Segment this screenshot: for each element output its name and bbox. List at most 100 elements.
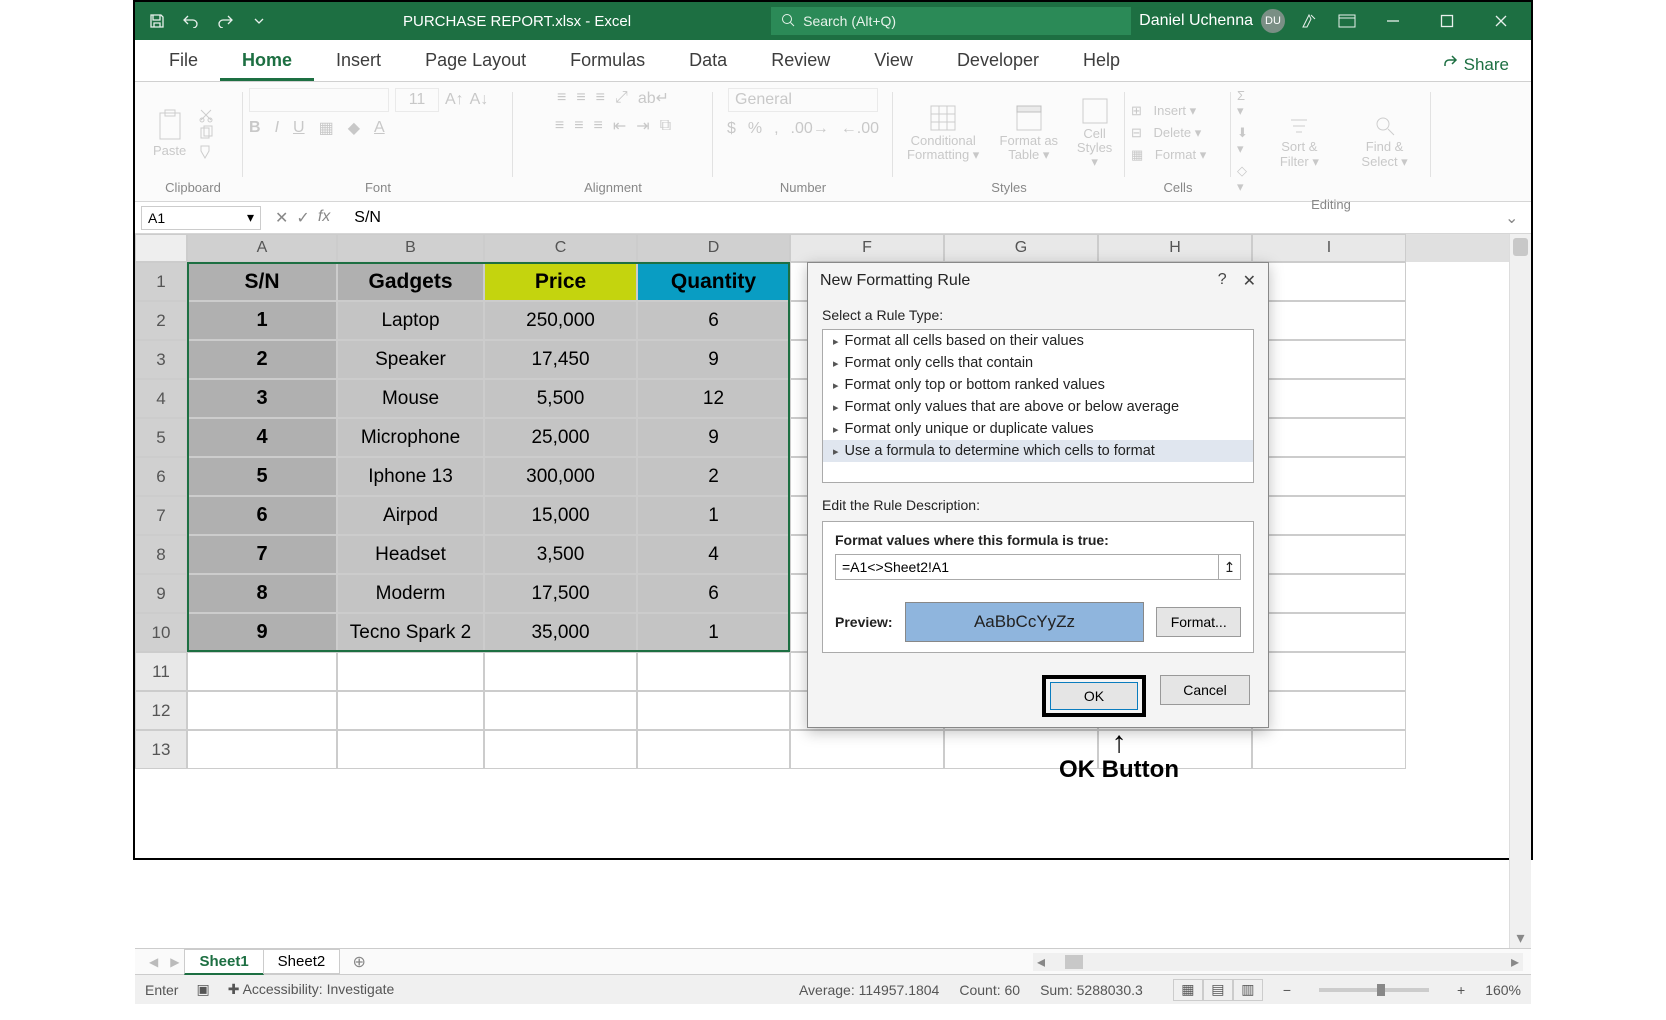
dialog-help-icon[interactable]: ? [1218, 271, 1227, 291]
cell[interactable] [637, 691, 790, 730]
row-header[interactable]: 12 [135, 691, 187, 730]
cell[interactable]: Speaker [337, 340, 484, 379]
cell[interactable]: 4 [637, 535, 790, 574]
page-layout-view-icon[interactable]: ▤ [1203, 979, 1233, 1001]
macro-record-icon[interactable]: ▣ [196, 981, 209, 998]
zoom-level[interactable]: 160% [1485, 982, 1521, 998]
rule-type-item[interactable]: Use a formula to determine which cells t… [823, 440, 1253, 462]
formula-input-field[interactable] [835, 554, 1219, 580]
col-header-h[interactable]: H [1098, 234, 1252, 262]
cell[interactable]: 9 [187, 613, 337, 652]
increase-font-icon[interactable]: A↑ [445, 91, 464, 109]
rule-type-item[interactable]: Format only cells that contain [823, 352, 1253, 374]
cell[interactable]: 17,500 [484, 574, 637, 613]
scroll-down-icon[interactable]: ▾ [1510, 928, 1531, 948]
increase-decimal-icon[interactable]: .00→ [791, 120, 829, 138]
paste-button[interactable]: Paste [149, 107, 190, 160]
cell[interactable]: Airpod [337, 496, 484, 535]
row-header[interactable]: 10 [135, 613, 187, 652]
underline-button[interactable]: U [293, 119, 305, 137]
cell[interactable]: S/N [187, 262, 337, 301]
row-header[interactable]: 2 [135, 301, 187, 340]
share-button[interactable]: Share [1432, 54, 1519, 81]
cell[interactable] [1252, 730, 1406, 769]
dialog-close-icon[interactable]: ✕ [1243, 271, 1256, 291]
rule-type-item[interactable]: Format only top or bottom ranked values [823, 374, 1253, 396]
row-header[interactable]: 4 [135, 379, 187, 418]
col-header-a[interactable]: A [187, 234, 337, 262]
currency-icon[interactable]: $ [727, 120, 736, 138]
cell[interactable]: 17,450 [484, 340, 637, 379]
align-bottom-icon[interactable]: ≡ [596, 89, 605, 107]
cell[interactable] [187, 652, 337, 691]
save-icon[interactable] [143, 8, 171, 34]
scroll-left-icon[interactable]: ◂ [1033, 952, 1049, 972]
decrease-font-icon[interactable]: A↓ [470, 91, 489, 109]
cell[interactable]: Price [484, 262, 637, 301]
copy-icon[interactable] [198, 125, 214, 141]
rule-type-item[interactable]: Format only unique or duplicate values [823, 418, 1253, 440]
cell[interactable]: 1 [637, 496, 790, 535]
select-all-cell[interactable] [135, 234, 187, 262]
user-account[interactable]: Daniel Uchenna DU [1139, 9, 1285, 33]
row-header[interactable]: 1 [135, 262, 187, 301]
align-center-icon[interactable]: ≡ [574, 117, 583, 135]
cell[interactable]: 15,000 [484, 496, 637, 535]
tab-file[interactable]: File [147, 44, 220, 81]
cell[interactable] [637, 730, 790, 769]
font-color-icon[interactable]: A [374, 119, 385, 137]
cell[interactable] [1252, 652, 1406, 691]
tab-insert[interactable]: Insert [314, 44, 403, 81]
range-selector-icon[interactable]: ↥ [1219, 554, 1241, 580]
cell[interactable] [1252, 301, 1406, 340]
expand-formula-icon[interactable]: ⌄ [1505, 208, 1525, 228]
row-header[interactable]: 7 [135, 496, 187, 535]
vertical-scrollbar[interactable]: ▴ ▾ [1509, 234, 1531, 948]
cell[interactable]: 25,000 [484, 418, 637, 457]
percent-icon[interactable]: % [748, 120, 762, 138]
cut-icon[interactable] [198, 107, 214, 123]
delete-cells-button[interactable]: ⊟ Delete ▾ [1131, 125, 1206, 141]
cell[interactable] [484, 730, 637, 769]
accept-formula-icon[interactable]: ✓ [296, 208, 309, 228]
row-header[interactable]: 3 [135, 340, 187, 379]
cell[interactable] [1252, 262, 1406, 301]
border-icon[interactable]: ▦ [319, 118, 334, 138]
cell[interactable] [484, 652, 637, 691]
tab-review[interactable]: Review [749, 44, 852, 81]
col-header-f[interactable]: F [790, 234, 944, 262]
sheet-nav-next-icon[interactable]: ▶ [164, 955, 185, 969]
cell[interactable]: Headset [337, 535, 484, 574]
fill-icon[interactable]: ⬇ ▾ [1237, 125, 1255, 157]
format-cells-button[interactable]: ▦ Format ▾ [1131, 147, 1206, 163]
number-format[interactable]: General [728, 88, 878, 112]
cell[interactable]: 1 [637, 613, 790, 652]
col-header-c[interactable]: C [484, 234, 637, 262]
insert-cells-button[interactable]: ⊞ Insert ▾ [1131, 103, 1206, 119]
zoom-out-icon[interactable]: − [1283, 982, 1291, 998]
cell[interactable] [790, 730, 944, 769]
cell[interactable]: 5 [187, 457, 337, 496]
indent-increase-icon[interactable]: ⇥ [636, 116, 649, 136]
col-header-i[interactable]: I [1252, 234, 1406, 262]
row-header[interactable]: 8 [135, 535, 187, 574]
cell[interactable]: 5,500 [484, 379, 637, 418]
cell[interactable]: 4 [187, 418, 337, 457]
tab-data[interactable]: Data [667, 44, 749, 81]
italic-button[interactable]: I [275, 119, 279, 137]
sort-filter-button[interactable]: Sort & Filter ▾ [1263, 112, 1337, 171]
tab-help[interactable]: Help [1061, 44, 1142, 81]
coming-soon-icon[interactable] [1295, 8, 1323, 34]
cell[interactable]: Quantity [637, 262, 790, 301]
cell[interactable]: Gadgets [337, 262, 484, 301]
fill-color-icon[interactable]: ◆ [348, 118, 360, 138]
tab-view[interactable]: View [852, 44, 935, 81]
close-button[interactable] [1479, 2, 1523, 40]
cell[interactable]: 9 [637, 340, 790, 379]
tab-home[interactable]: Home [220, 44, 314, 81]
cell[interactable]: Microphone [337, 418, 484, 457]
bold-button[interactable]: B [249, 119, 261, 137]
orientation-icon[interactable]: ⤢ [615, 89, 628, 107]
cell[interactable]: 9 [637, 418, 790, 457]
cell[interactable] [187, 730, 337, 769]
